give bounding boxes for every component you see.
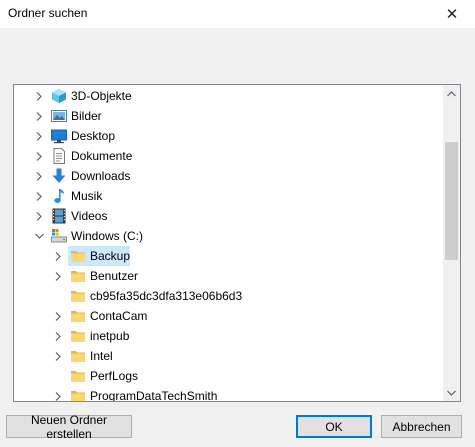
- folder-icon: [70, 328, 86, 344]
- chevron-right-icon[interactable]: [31, 106, 47, 126]
- tree-item-label: ContaCam: [90, 309, 148, 323]
- music-icon: [51, 188, 67, 204]
- folder-icon: [70, 368, 86, 384]
- 3d-objects-icon: [51, 88, 67, 104]
- pictures-icon: [51, 108, 67, 124]
- tree-item[interactable]: Intel: [14, 346, 442, 366]
- tree-item[interactable]: inetpub: [14, 326, 442, 346]
- tree-item[interactable]: Benutzer: [14, 266, 442, 286]
- tree-item[interactable]: PerfLogs: [14, 366, 442, 386]
- tree-item-label: Benutzer: [90, 269, 139, 283]
- chevron-right-icon[interactable]: [50, 346, 66, 366]
- tree-item[interactable]: Musik: [14, 186, 442, 206]
- tree-item[interactable]: Videos: [14, 206, 442, 226]
- ok-button[interactable]: OK: [296, 415, 372, 438]
- close-icon: ✕: [445, 6, 459, 23]
- chevron-down-icon[interactable]: [31, 226, 47, 246]
- tree-item[interactable]: Dokumente: [14, 146, 442, 166]
- drive-icon: [51, 228, 67, 244]
- tree-item[interactable]: Bilder: [14, 106, 442, 126]
- chevron-right-icon[interactable]: [50, 246, 66, 266]
- chevron-right-icon[interactable]: [50, 386, 66, 401]
- vertical-scrollbar[interactable]: [443, 85, 460, 401]
- tree-item[interactable]: Downloads: [14, 166, 442, 186]
- chevron-right-icon[interactable]: [50, 266, 66, 286]
- chevron-right-icon[interactable]: [31, 126, 47, 146]
- tree-item-label: Desktop: [71, 129, 116, 143]
- desktop-icon: [51, 128, 67, 144]
- tree-item-label: PerfLogs: [90, 369, 139, 383]
- chevron-right-icon[interactable]: [50, 306, 66, 326]
- chevron-right-icon[interactable]: [31, 206, 47, 226]
- tree-item-label: Backup: [90, 249, 131, 263]
- folder-tree[interactable]: 3D-Objekte Bilder Desktop Dokumente Download…: [13, 84, 461, 402]
- close-button[interactable]: ✕: [429, 0, 475, 28]
- tree-item-label: inetpub: [90, 329, 130, 343]
- folder-icon: [70, 248, 86, 264]
- chevron-down-icon: [447, 390, 456, 396]
- chevron-right-icon[interactable]: [31, 146, 47, 166]
- scroll-down-button[interactable]: [443, 384, 460, 401]
- tree-item[interactable]: 3D-Objekte: [14, 86, 442, 106]
- tree-item-label: Windows (C:): [71, 229, 144, 243]
- folder-icon: [70, 268, 86, 284]
- tree-item-label: ProgramDataTechSmith: [90, 389, 218, 401]
- tree-item-label: Musik: [71, 189, 103, 203]
- title-bar: Ordner suchen ✕: [0, 0, 475, 28]
- chevron-up-icon: [447, 90, 456, 96]
- downloads-icon: [51, 168, 67, 184]
- tree-item-label: Downloads: [71, 169, 131, 183]
- tree-item-label: Videos: [71, 209, 108, 223]
- new-folder-button[interactable]: Neuen Ordner erstellen: [6, 413, 132, 441]
- videos-icon: [51, 208, 67, 224]
- chevron-right-icon[interactable]: [50, 326, 66, 346]
- tree-item[interactable]: cb95fa35dc3dfa313e06b6d3: [14, 286, 442, 306]
- tree-item[interactable]: Backup: [14, 246, 442, 266]
- tree-item-label: Intel: [90, 349, 113, 363]
- tree-item-label: Dokumente: [71, 149, 133, 163]
- scrollbar-thumb[interactable]: [445, 142, 458, 260]
- scroll-up-button[interactable]: [443, 85, 460, 102]
- tree-item-label: Bilder: [71, 109, 102, 123]
- tree-item-label: 3D-Objekte: [71, 89, 132, 103]
- folder-icon: [70, 388, 86, 401]
- documents-icon: [51, 148, 67, 164]
- folder-icon: [70, 348, 86, 364]
- tree-item[interactable]: ContaCam: [14, 306, 442, 326]
- window-title: Ordner suchen: [8, 6, 88, 20]
- tree-item-label: cb95fa35dc3dfa313e06b6d3: [90, 289, 243, 303]
- cancel-button[interactable]: Abbrechen: [381, 415, 462, 438]
- folder-icon: [70, 288, 86, 304]
- folder-tree-rows: 3D-Objekte Bilder Desktop Dokumente Download…: [14, 85, 442, 401]
- folder-icon: [70, 308, 86, 324]
- chevron-right-icon[interactable]: [31, 186, 47, 206]
- tree-item[interactable]: Windows (C:): [14, 226, 442, 246]
- chevron-right-icon[interactable]: [31, 166, 47, 186]
- chevron-right-icon[interactable]: [31, 86, 47, 106]
- tree-item[interactable]: ProgramDataTechSmith: [14, 386, 442, 401]
- tree-item[interactable]: Desktop: [14, 126, 442, 146]
